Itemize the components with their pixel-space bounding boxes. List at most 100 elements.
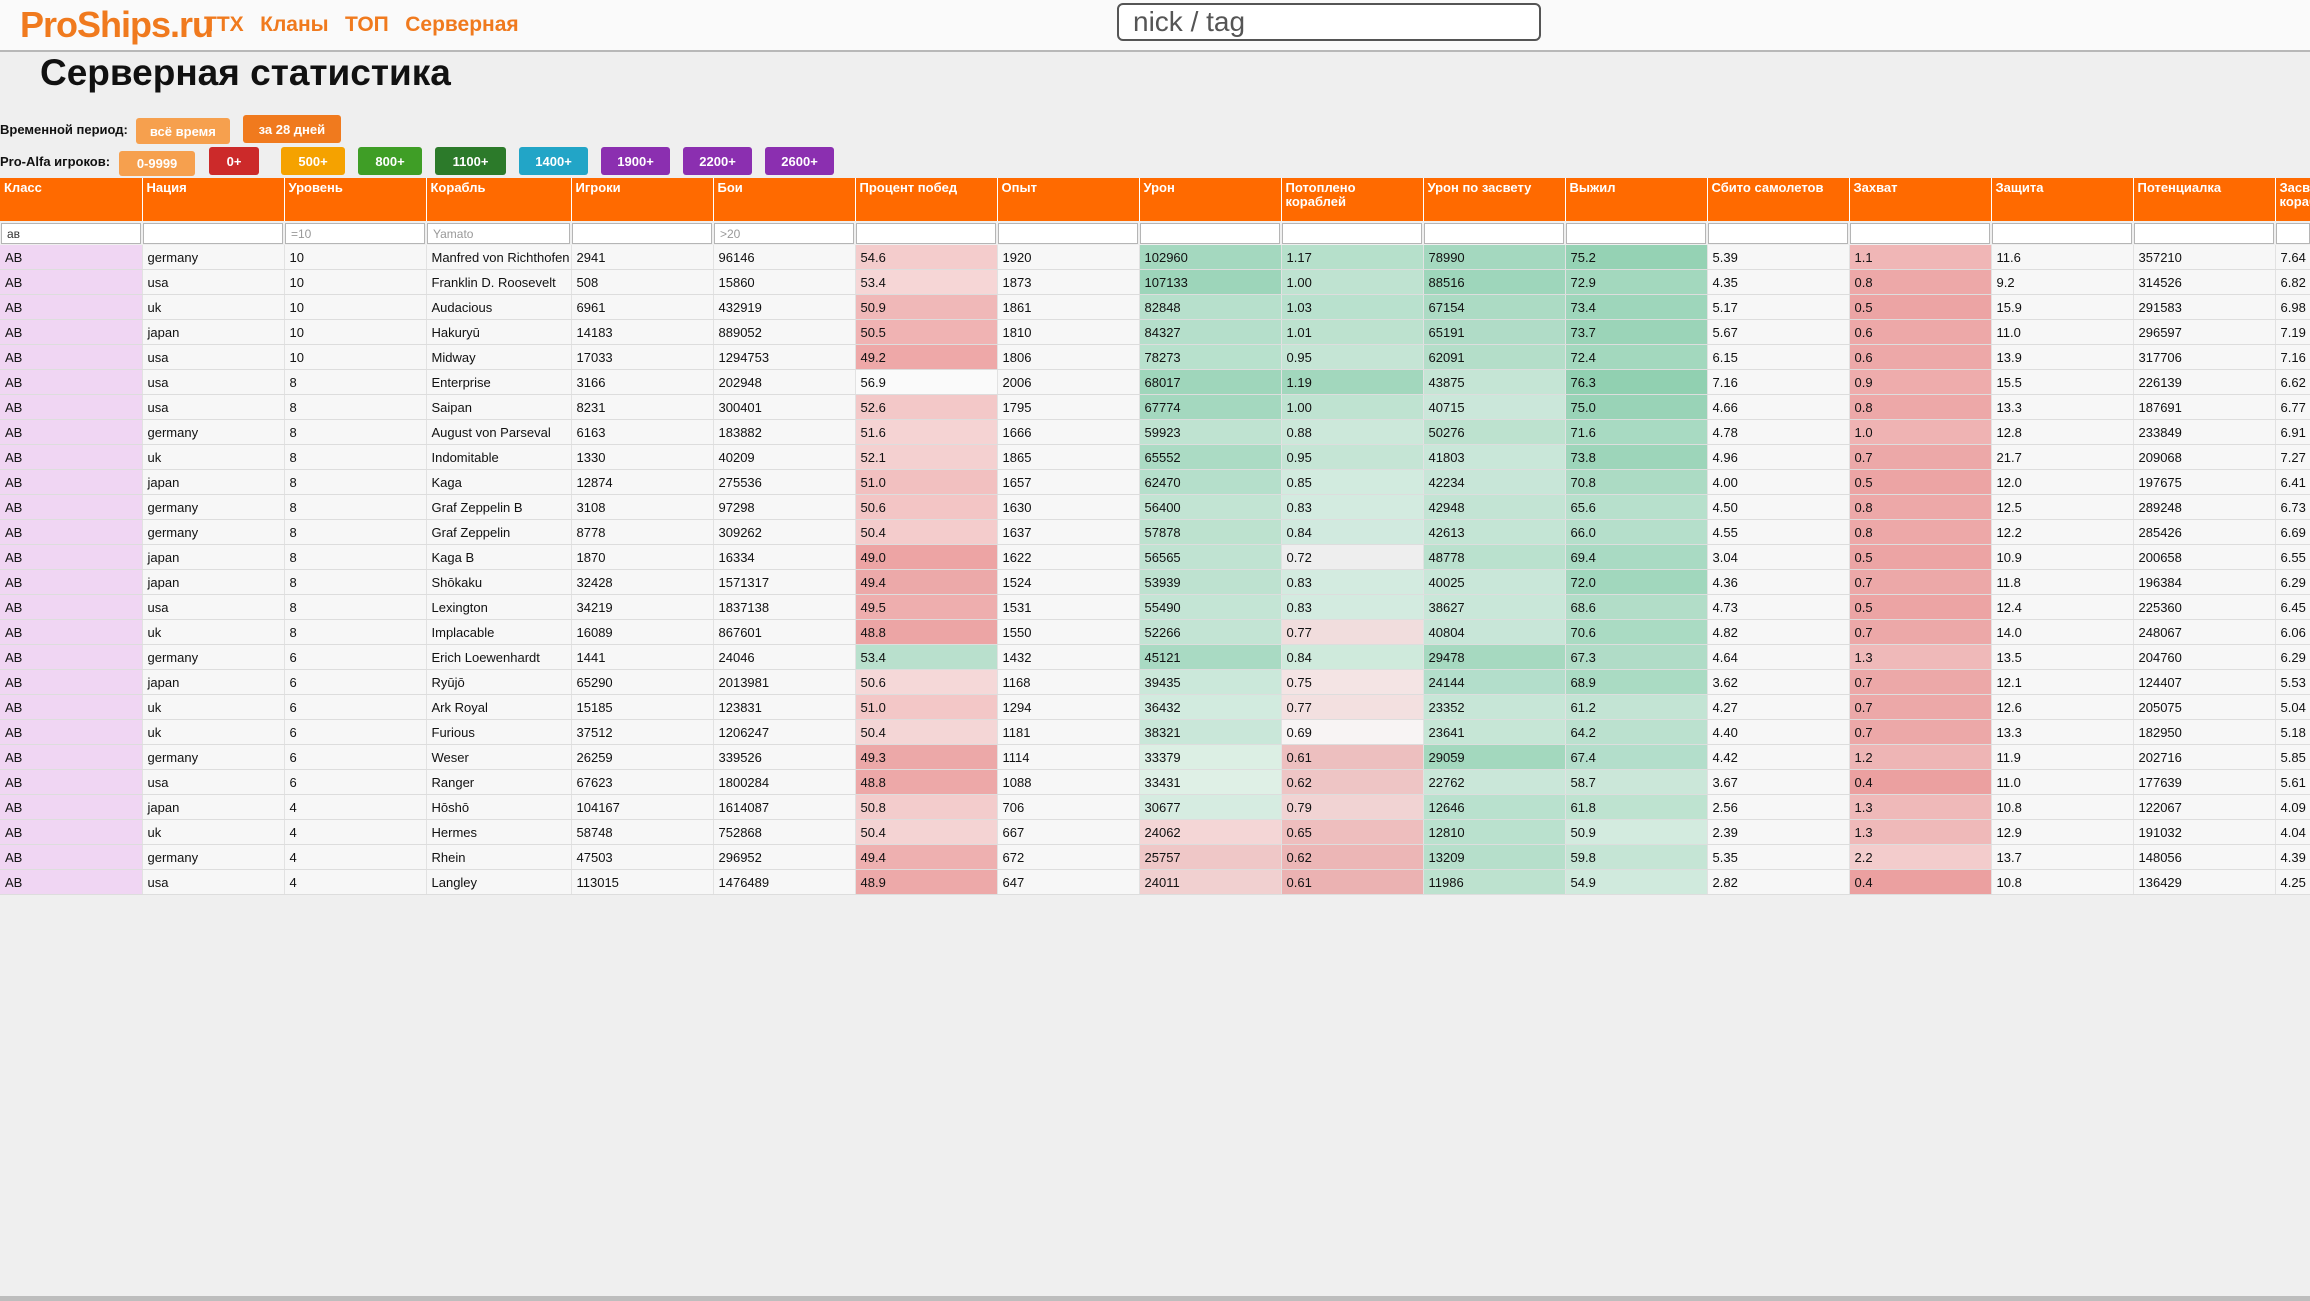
filter-input-damage[interactable] [1140,223,1280,244]
column-header-planes[interactable]: Сбито самолетов [1707,178,1850,221]
filter-input-xp[interactable] [998,223,1138,244]
table-row[interactable]: АВ germany 8 Graf Zeppelin B 3108 97298 50.6 16… [0,494,2310,520]
cell-ship[interactable]: Ark Royal [426,694,572,720]
filter-input-spot-damage[interactable] [1424,223,1564,244]
filter-input-battles[interactable] [714,223,854,244]
cell-ship[interactable]: Shōkaku [426,569,572,595]
column-header-nation[interactable]: Нация [142,178,285,221]
column-header-survived[interactable]: Выжил [1565,178,1708,221]
cell-ship[interactable]: Lexington [426,594,572,620]
players-0-plus-button[interactable]: 0+ [209,147,260,175]
column-header-defense[interactable]: Защита [1991,178,2134,221]
nav-top[interactable]: ТОП [345,13,389,37]
filter-input-kills[interactable] [1282,223,1422,244]
cell-ship[interactable]: Franklin D. Roosevelt [426,269,572,295]
table-row[interactable]: АВ usa 10 Midway 17033 1294753 49.2 1806 78273 0.… [0,344,2310,370]
table-row[interactable]: АВ japan 8 Kaga 12874 275536 51.0 1657 62470 0.85… [0,469,2310,495]
table-row[interactable]: АВ japan 6 Ryūjō 65290 2013981 50.6 1168 39435 0.… [0,669,2310,695]
table-row[interactable]: АВ uk 8 Indomitable 1330 40209 52.1 1865 65552 0.… [0,444,2310,470]
column-header-xp[interactable]: Опыт [997,178,1140,221]
cell-ship[interactable]: Midway [426,344,572,370]
table-row[interactable]: АВ uk 10 Audacious 6961 432919 50.9 1861 82848 1.… [0,294,2310,320]
players-500-plus-button[interactable]: 500+ [281,147,346,175]
filter-input-potential[interactable] [2134,223,2274,244]
table-row[interactable]: АВ germany 4 Rhein 47503 296952 49.4 672 25757 0.… [0,844,2310,870]
table-row[interactable]: АВ usa 8 Saipan 8231 300401 52.6 1795 67774 1.00 4… [0,394,2310,420]
table-row[interactable]: АВ germany 8 August von Parseval 6163 183882 5… [0,419,2310,445]
table-row[interactable]: АВ uk 8 Implacable 16089 867601 48.8 1550 52266 0… [0,619,2310,645]
cell-ship[interactable]: Graf Zeppelin B [426,494,572,520]
period-28-days-button[interactable]: за 28 дней [242,115,341,143]
filter-input-planes[interactable] [1708,223,1848,244]
table-row[interactable]: АВ uk 6 Ark Royal 15185 123831 51.0 1294 36432 0.… [0,694,2310,720]
table-row[interactable]: АВ japan 8 Shōkaku 32428 1571317 49.4 1524 53939… [0,569,2310,595]
cell-ship[interactable]: Graf Zeppelin [426,519,572,545]
cell-ship[interactable]: Rhein [426,844,572,870]
table-row[interactable]: АВ usa 8 Enterprise 3166 202948 56.9 2006 68017 1… [0,369,2310,395]
table-row[interactable]: АВ germany 8 Graf Zeppelin 8778 309262 50.4 163… [0,519,2310,545]
column-header-capture[interactable]: Захват [1849,178,1992,221]
column-header-damage[interactable]: Урон [1139,178,1282,221]
cell-ship[interactable]: Hōshō [426,794,572,820]
column-header-winrate[interactable]: Процент побед [855,178,998,221]
column-header-battles[interactable]: Бои [713,178,856,221]
filter-input-nation[interactable] [143,223,283,244]
table-row[interactable]: АВ germany 10 Manfred von Richthofen 2941 961… [0,245,2310,270]
table-row[interactable]: АВ japan 10 Hakuryū 14183 889052 50.5 1810 84327… [0,319,2310,345]
cell-ship[interactable]: Implacable [426,619,572,645]
period-all-time-button[interactable]: всё время [135,118,230,144]
filter-input-winrate[interactable] [856,223,996,244]
table-row[interactable]: АВ usa 6 Ranger 67623 1800284 48.8 1088 33431 0.6… [0,769,2310,795]
cell-ship[interactable]: Hakuryū [426,319,572,345]
column-header-class[interactable]: Класс [0,178,143,221]
table-row[interactable]: АВ usa 10 Franklin D. Roosevelt 508 15860 53.4… [0,269,2310,295]
column-header-spot-damage[interactable]: Урон по засвету [1423,178,1566,221]
cell-ship[interactable]: Manfred von Richthofen [426,245,572,270]
cell-ship[interactable]: Hermes [426,819,572,845]
table-row[interactable]: АВ usa 4 Langley 113015 1476489 48.9 647 24011 0.… [0,869,2310,895]
column-header-spotted[interactable]: Засвет кораблей [2275,178,2310,221]
players-2200-plus-button[interactable]: 2200+ [683,147,753,175]
filter-input-players[interactable] [572,223,712,244]
cell-ship[interactable]: Furious [426,719,572,745]
players-1400-plus-button[interactable]: 1400+ [519,147,589,175]
column-header-kills[interactable]: Потоплено кораблей [1281,178,1424,221]
cell-ship[interactable]: Enterprise [426,369,572,395]
cell-ship[interactable]: Audacious [426,294,572,320]
filter-input-class[interactable] [1,223,141,244]
players-1100-plus-button[interactable]: 1100+ [435,147,507,175]
players-2600-plus-button[interactable]: 2600+ [765,147,835,175]
filter-input-ship[interactable] [427,223,570,244]
table-row[interactable]: АВ uk 4 Hermes 58748 752868 50.4 667 24062 0.65 12… [0,819,2310,845]
column-header-tier[interactable]: Уровень [284,178,427,221]
cell-ship[interactable]: Kaga [426,469,572,495]
cell-ship[interactable]: Erich Loewenhardt [426,644,572,670]
cell-ship[interactable]: August von Parseval [426,419,572,445]
nav-server[interactable]: Серверная [405,13,518,37]
column-header-players[interactable]: Игроки [571,178,714,221]
players-0-9999-button[interactable]: 0-9999 [119,150,196,176]
players-800-plus-button[interactable]: 800+ [358,147,423,175]
filter-input-tier[interactable] [285,223,425,244]
search-input[interactable] [1117,3,1541,41]
cell-ship[interactable]: Kaga B [426,544,572,570]
filter-input-survived[interactable] [1566,223,1706,244]
table-row[interactable]: АВ usa 8 Lexington 34219 1837138 49.5 1531 55490… [0,594,2310,620]
filter-input-spotted[interactable] [2276,223,2310,244]
column-header-ship[interactable]: Корабль [426,178,572,221]
table-row[interactable]: АВ germany 6 Weser 26259 339526 49.3 1114 33379 0… [0,744,2310,770]
table-row[interactable]: АВ uk 6 Furious 37512 1206247 50.4 1181 38321 0.6… [0,719,2310,745]
filter-input-defense[interactable] [1992,223,2132,244]
table-row[interactable]: АВ germany 6 Erich Loewenhardt 1441 24046 53.4… [0,644,2310,670]
nav-clans[interactable]: Кланы [260,13,328,37]
cell-ship[interactable]: Saipan [426,394,572,420]
cell-ship[interactable]: Ryūjō [426,669,572,695]
table-row[interactable]: АВ japan 8 Kaga B 1870 16334 49.0 1622 56565 0.72… [0,544,2310,570]
cell-ship[interactable]: Ranger [426,769,572,795]
cell-ship[interactable]: Weser [426,744,572,770]
nav-ttx[interactable]: ТТХ [204,13,244,37]
cell-ship[interactable]: Indomitable [426,444,572,470]
cell-ship[interactable]: Langley [426,869,572,895]
site-logo[interactable]: ProShips.ru [20,4,214,46]
column-header-potential[interactable]: Потенциалка [2133,178,2276,221]
